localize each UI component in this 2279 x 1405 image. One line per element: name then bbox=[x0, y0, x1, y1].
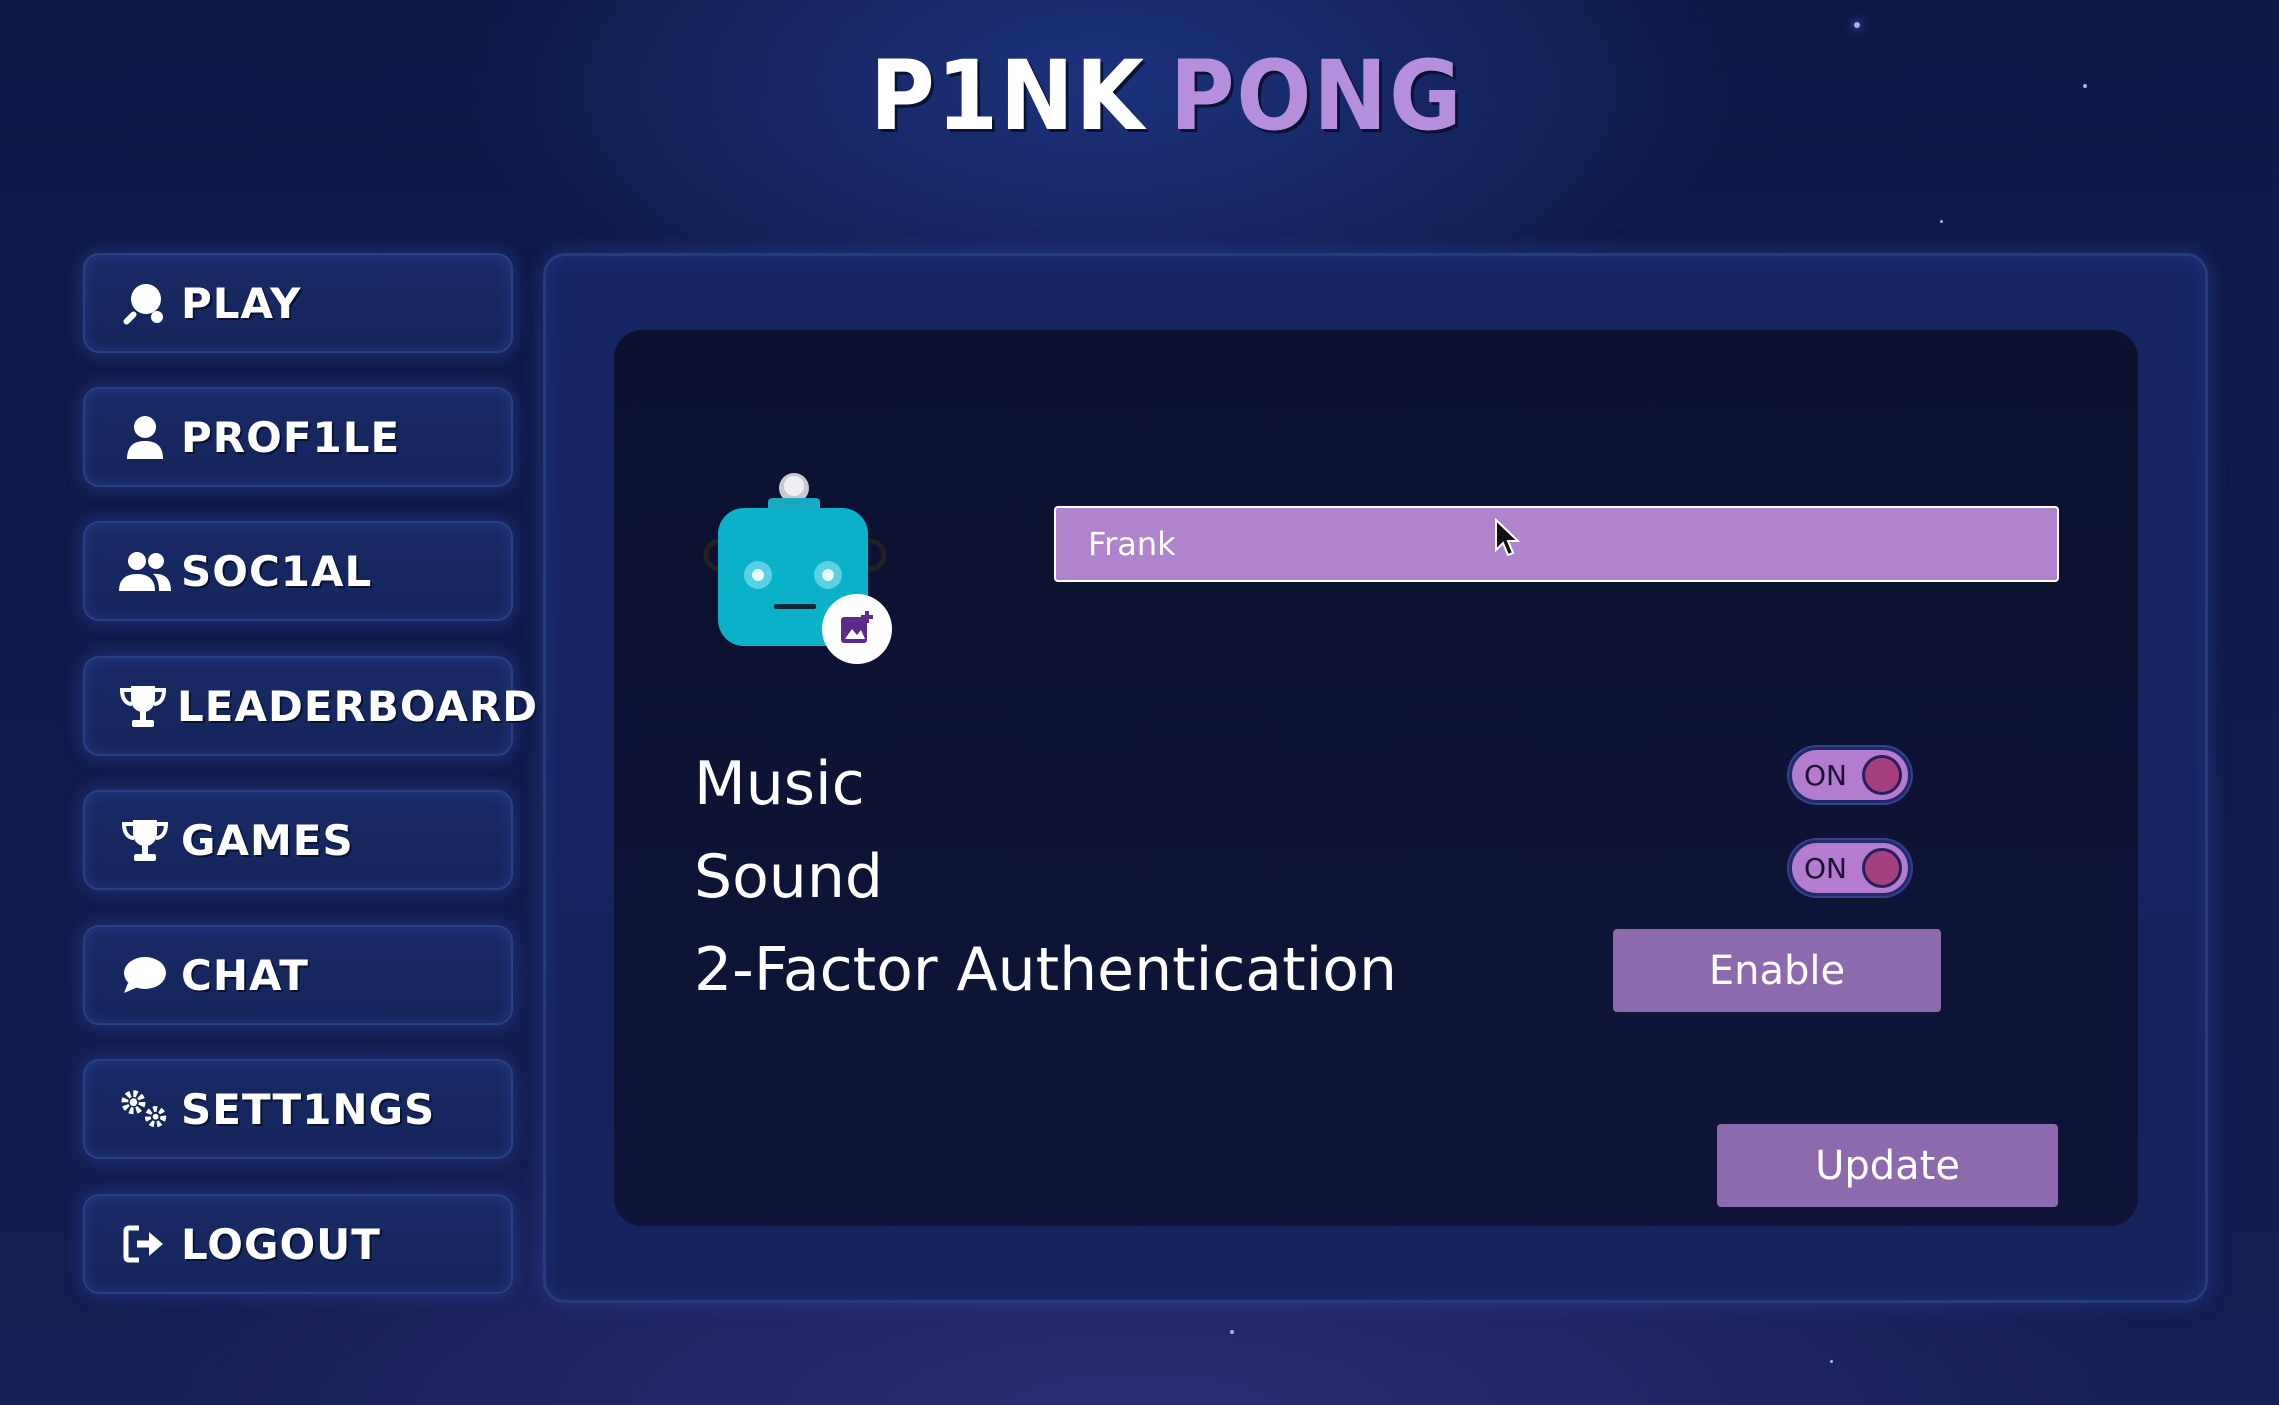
gears-icon bbox=[119, 1083, 171, 1135]
sound-toggle[interactable]: ON bbox=[1789, 840, 1911, 896]
username-input[interactable] bbox=[1054, 506, 2059, 582]
sound-label: Sound bbox=[694, 842, 883, 912]
sound-toggle-state: ON bbox=[1804, 851, 1847, 885]
logo-text-pink: P1NK bbox=[870, 40, 1146, 152]
sidebar-item-label: PLAY bbox=[181, 278, 302, 328]
sidebar-item-label: LEADERBOARD bbox=[177, 681, 539, 731]
trophy-icon bbox=[119, 680, 167, 732]
sidebar-item-play[interactable]: PLAY bbox=[83, 253, 513, 353]
sidebar-item-settings[interactable]: SETT1NGS bbox=[83, 1059, 513, 1159]
music-toggle-state: ON bbox=[1804, 758, 1847, 792]
sidebar-item-logout[interactable]: LOGOUT bbox=[83, 1194, 513, 1294]
logout-icon bbox=[119, 1218, 171, 1270]
enable-2fa-button[interactable]: Enable bbox=[1613, 929, 1941, 1012]
music-toggle[interactable]: ON bbox=[1789, 747, 1911, 803]
trophy-icon bbox=[119, 814, 171, 866]
ping-pong-icon bbox=[119, 277, 171, 329]
sidebar-item-label: CHAT bbox=[181, 950, 309, 1000]
toggle-knob bbox=[1862, 848, 1902, 888]
sidebar-item-chat[interactable]: CHAT bbox=[83, 925, 513, 1025]
sidebar-item-games[interactable]: GAMES bbox=[83, 790, 513, 890]
app-logo: P1NK PONG bbox=[870, 48, 1463, 144]
update-button[interactable]: Update bbox=[1717, 1124, 2058, 1207]
avatar-upload-button[interactable] bbox=[822, 594, 892, 664]
sidebar-item-label: SETT1NGS bbox=[181, 1084, 436, 1134]
sidebar-item-label: PROF1LE bbox=[181, 412, 401, 462]
mouse-cursor-icon bbox=[1494, 517, 1521, 558]
logo-text-pong: PONG bbox=[1169, 40, 1464, 152]
two-factor-label: 2-Factor Authentication bbox=[694, 935, 1398, 1005]
users-icon bbox=[119, 545, 171, 597]
sidebar-item-label: SOC1AL bbox=[181, 546, 373, 596]
chat-bubble-icon bbox=[119, 949, 171, 1001]
add-image-icon bbox=[839, 609, 875, 649]
toggle-knob bbox=[1862, 755, 1902, 795]
music-label: Music bbox=[694, 749, 865, 819]
sidebar-item-social[interactable]: SOC1AL bbox=[83, 521, 513, 621]
sidebar-item-leaderboard[interactable]: LEADERBOARD bbox=[83, 656, 537, 756]
sidebar-item-label: LOGOUT bbox=[181, 1219, 381, 1269]
sidebar-item-label: GAMES bbox=[181, 815, 354, 865]
user-icon bbox=[119, 411, 171, 463]
sidebar-item-profile[interactable]: PROF1LE bbox=[83, 387, 513, 487]
